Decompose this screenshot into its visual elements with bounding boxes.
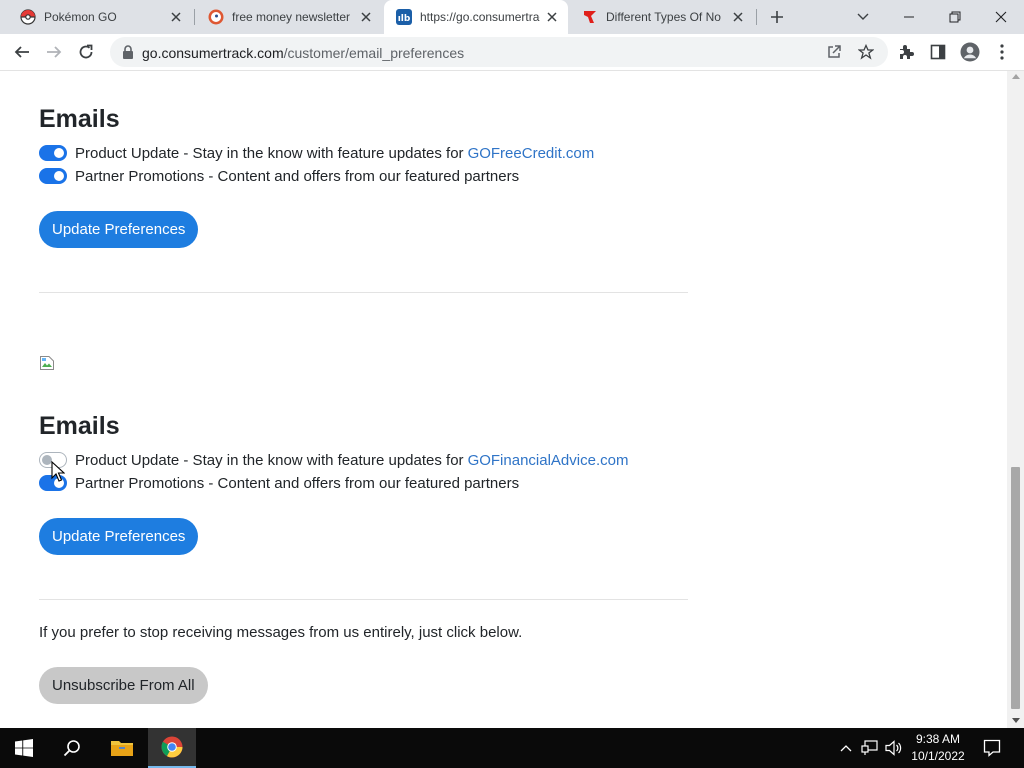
kebab-menu-icon: [1000, 44, 1004, 60]
search-button[interactable]: [48, 728, 96, 768]
pref-product-update-gofinancialadvice: Product Update - Stay in the know with f…: [39, 450, 628, 470]
tab-title: Pokémon GO: [44, 10, 117, 24]
close-tab-icon[interactable]: [730, 9, 746, 25]
back-button[interactable]: [8, 38, 36, 66]
url-path: /customer/email_preferences: [283, 45, 465, 61]
scrollbar-thumb[interactable]: [1011, 467, 1020, 709]
tab-separator: [194, 9, 195, 25]
url-text: go.consumertrack.com/customer/email_pref…: [142, 45, 464, 61]
url-domain: go.consumertrack.com: [142, 45, 284, 61]
share-icon[interactable]: [824, 42, 844, 62]
new-tab-button[interactable]: [764, 5, 790, 29]
clock-date: 10/1/2022: [911, 749, 965, 763]
tab-title: Different Types Of No: [606, 10, 721, 24]
speaker-icon: [885, 740, 902, 756]
clock-time: 9:38 AM: [915, 732, 961, 746]
chrome-icon: [161, 736, 183, 758]
duckduckgo-icon: [208, 9, 224, 25]
section-heading: Emails: [39, 105, 120, 133]
windows-logo-icon: [15, 739, 33, 757]
consumertrack-icon: ılb: [396, 9, 412, 25]
search-icon: [63, 740, 80, 757]
svg-text:ılb: ılb: [398, 14, 411, 24]
extensions-button[interactable]: [892, 38, 920, 66]
pref-partner-promotions: Partner Promotions - Content and offers …: [39, 166, 519, 186]
file-explorer-button[interactable]: [98, 728, 146, 768]
arrow-left-icon: [14, 46, 29, 58]
notification-icon: [983, 739, 1001, 757]
close-tab-icon[interactable]: [544, 9, 560, 25]
menu-button[interactable]: [988, 38, 1016, 66]
tab-separator: [756, 9, 757, 25]
unsubscribe-info-text: If you prefer to stop receiving messages…: [39, 624, 523, 641]
scroll-down-arrow-icon[interactable]: [1012, 718, 1020, 723]
chrome-taskbar-button[interactable]: [148, 728, 196, 768]
update-preferences-button[interactable]: Update Preferences: [39, 211, 199, 248]
side-panel-icon: [930, 44, 946, 60]
gofreecredit-link[interactable]: GOFreeCredit.com: [468, 145, 595, 162]
update-preferences-button[interactable]: Update Preferences: [39, 518, 199, 555]
divider: [39, 599, 688, 600]
minimize-button[interactable]: [886, 0, 932, 34]
chevron-up-icon: [840, 745, 852, 752]
minimize-icon: [904, 16, 914, 18]
browser-toolbar: go.consumertrack.com/customer/email_pref…: [0, 34, 1024, 71]
pref-label: Product Update - Stay in the know with f…: [75, 144, 464, 162]
pref-label: Product Update - Stay in the know with f…: [75, 451, 464, 469]
tab-strip: Pokémon GO free money newsletter ılb htt…: [0, 0, 1024, 34]
mouse-cursor-icon: [51, 461, 65, 482]
chevron-down-icon: [857, 13, 869, 20]
close-tab-icon[interactable]: [168, 9, 184, 25]
address-bar[interactable]: go.consumertrack.com/customer/email_pref…: [110, 37, 888, 67]
close-tab-icon[interactable]: [358, 9, 374, 25]
close-window-button[interactable]: [978, 0, 1024, 34]
vertical-scrollbar[interactable]: [1007, 71, 1024, 728]
profile-button[interactable]: [956, 38, 984, 66]
windows-taskbar: 9:38 AM 10/1/2022: [0, 728, 1024, 768]
avatar-icon: [960, 42, 980, 62]
plus-icon: [771, 11, 783, 23]
forward-button[interactable]: [40, 38, 68, 66]
tab-different-types[interactable]: Different Types Of No: [570, 0, 754, 34]
action-center-button[interactable]: [982, 738, 1002, 758]
arrow-right-icon: [47, 46, 62, 58]
side-panel-button[interactable]: [924, 38, 952, 66]
tab-search-button[interactable]: [840, 0, 886, 34]
page-viewport: Emails Product Update - Stay in the know…: [0, 71, 1007, 728]
network-icon: [861, 740, 878, 755]
reload-icon: [79, 44, 93, 59]
volume-button[interactable]: [884, 738, 904, 758]
tab-title: free money newsletter: [232, 10, 351, 24]
scroll-up-arrow-icon[interactable]: [1012, 74, 1020, 79]
folder-icon: [111, 741, 133, 756]
unsubscribe-all-button[interactable]: Unsubscribe From All: [39, 667, 208, 704]
pref-label: Partner Promotions - Content and offers …: [75, 474, 520, 492]
pref-product-update-gofreecredit: Product Update - Stay in the know with f…: [39, 143, 594, 163]
show-hidden-icons-button[interactable]: [836, 738, 856, 758]
pref-label: Partner Promotions - Content and offers …: [75, 167, 520, 185]
taskbar-clock[interactable]: 9:38 AM 10/1/2022: [904, 731, 972, 765]
bookmark-star-icon[interactable]: [856, 42, 876, 62]
red-flag-icon: [582, 9, 598, 25]
broken-image-icon: [40, 356, 54, 370]
tab-free-money-newsletter[interactable]: free money newsletter: [196, 0, 382, 34]
product-update-toggle[interactable]: [39, 145, 67, 161]
pokeball-icon: [20, 9, 36, 25]
lock-icon: [123, 45, 133, 59]
partner-promotions-toggle[interactable]: [39, 168, 67, 184]
close-icon: [995, 11, 1007, 23]
network-button[interactable]: [860, 738, 880, 758]
start-button[interactable]: [0, 728, 48, 768]
reload-button[interactable]: [72, 38, 100, 66]
pref-partner-promotions: Partner Promotions - Content and offers …: [39, 473, 519, 493]
section-heading: Emails: [39, 412, 120, 440]
restore-button[interactable]: [932, 0, 978, 34]
tab-title: https://go.consumertrack.com: [420, 10, 540, 24]
puzzle-icon: [900, 45, 914, 59]
restore-icon: [949, 11, 961, 23]
tab-pokemon-go[interactable]: Pokémon GO: [8, 0, 192, 34]
divider: [39, 292, 688, 293]
gofinancialadvice-link[interactable]: GOFinancialAdvice.com: [468, 452, 629, 469]
tab-consumertrack[interactable]: ılb https://go.consumertrack.com: [384, 0, 568, 34]
